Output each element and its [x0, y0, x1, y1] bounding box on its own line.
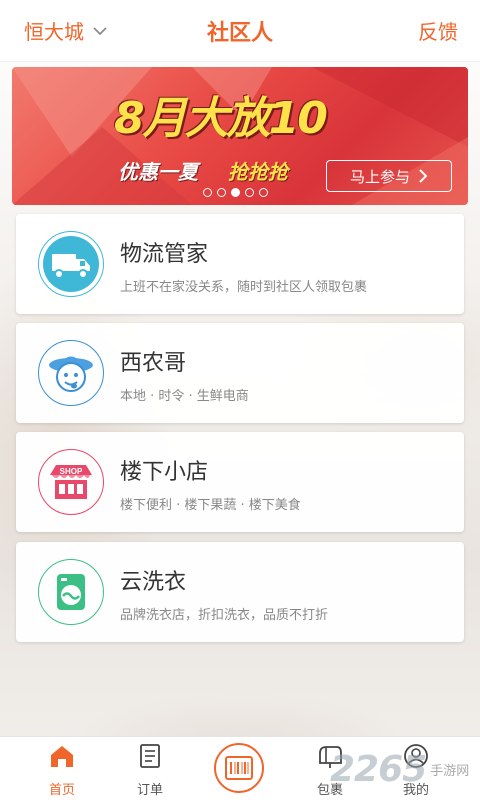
service-name: 西农哥: [120, 351, 187, 376]
service-card-shop[interactable]: SHOP 楼下小店 楼下便利 · 楼下果蔬 · 楼下美食: [16, 432, 464, 532]
city-label: 恒大城: [24, 20, 84, 44]
carousel-indicator: [203, 188, 268, 197]
join-now-button[interactable]: 马上参与: [326, 160, 452, 192]
service-card-logistics[interactable]: 物流管家 上班不在家没关系，随时到社区人领取包裹: [16, 214, 464, 314]
city-selector[interactable]: 恒大城: [24, 16, 108, 45]
service-name: 楼下小店: [120, 460, 209, 485]
truck-icon: [38, 231, 104, 297]
carousel-dot[interactable]: [245, 188, 254, 197]
shop-icon: SHOP: [38, 449, 104, 515]
farmer-icon: [38, 340, 104, 406]
watermark-text: 手游网: [430, 763, 470, 779]
watermark-number: 2265: [330, 748, 427, 790]
chevron-down-icon: [93, 26, 107, 35]
tab-label: 订单: [136, 783, 163, 798]
banner-slogan-left: 优惠一夏: [118, 160, 198, 184]
order-icon: [140, 744, 160, 768]
barcode-scan-icon: [225, 756, 253, 780]
service-card-laundry[interactable]: 云洗衣 品牌洗衣店，折扣洗衣，品质不打折: [16, 542, 464, 642]
banner-slogan-right: 抢抢抢: [228, 160, 288, 184]
chevron-right-icon: [419, 169, 428, 183]
carousel-dot[interactable]: [217, 188, 226, 197]
carousel-dot[interactable]: [203, 188, 212, 197]
scan-button[interactable]: [214, 743, 264, 793]
banner-headline: 8月大放10: [114, 93, 328, 144]
service-name: 物流管家: [120, 242, 209, 267]
carousel-dot-active[interactable]: [231, 188, 240, 197]
tab-label: 首页: [48, 783, 75, 798]
tab-orders[interactable]: 订单: [110, 737, 190, 800]
service-description: 品牌洗衣店，折扣洗衣，品质不打折: [120, 608, 329, 623]
site-watermark: 2265 手游网: [330, 744, 480, 794]
service-description: 本地 · 时令 · 生鲜电商: [120, 389, 249, 404]
carousel-dot[interactable]: [259, 188, 268, 197]
service-name: 云洗衣: [120, 570, 187, 595]
feedback-button[interactable]: 反馈: [418, 16, 458, 45]
tab-home[interactable]: 首页: [22, 737, 102, 800]
home-icon: [51, 746, 73, 767]
service-description: 楼下便利 · 楼下果蔬 · 楼下美食: [120, 498, 301, 513]
svg-text:SHOP: SHOP: [60, 467, 83, 476]
washer-icon: [38, 559, 104, 625]
join-now-label: 马上参与: [349, 167, 410, 186]
top-bar: 恒大城 社区人 反馈: [0, 0, 480, 62]
service-description: 上班不在家没关系，随时到社区人领取包裹: [120, 280, 368, 295]
service-card-farmer[interactable]: 西农哥 本地 · 时令 · 生鲜电商: [16, 323, 464, 423]
